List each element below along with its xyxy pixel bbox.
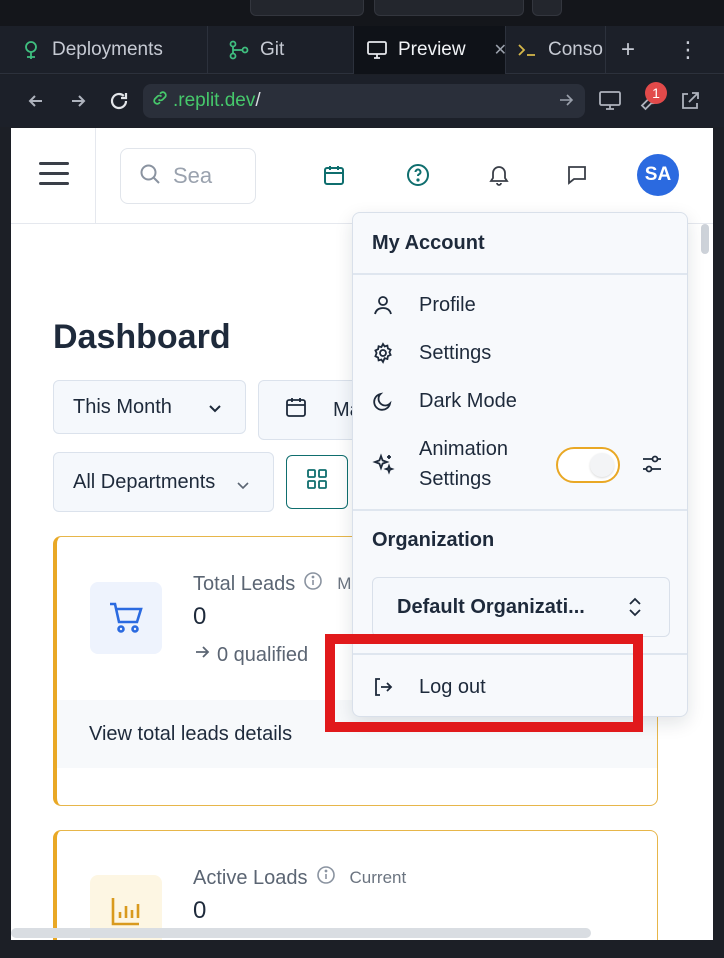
department-value: All Departments: [73, 470, 216, 493]
tab-label: Git: [260, 39, 285, 60]
close-icon[interactable]: ✕: [494, 40, 507, 60]
workspace-tab-bar: Deployments Git Preview ✕ Conso + ⋮: [0, 26, 724, 74]
card-label: Active Loads Current: [193, 865, 406, 891]
device-preview-icon[interactable]: [596, 87, 624, 115]
card-label-text: Total Leads: [193, 572, 296, 595]
menu-item-profile[interactable]: Profile: [369, 283, 673, 327]
active-loads-card: Active Loads Current 0: [53, 830, 658, 940]
url-field[interactable]: .replit.dev /: [143, 84, 585, 118]
arrow-right-icon: [193, 643, 211, 667]
horizontal-scrollbar[interactable]: [11, 928, 591, 938]
menu-item-dark-mode[interactable]: Dark Mode: [369, 379, 673, 423]
os-chip: [374, 0, 524, 16]
cart-icon: [90, 582, 162, 654]
menu-item-settings[interactable]: Settings: [369, 331, 673, 375]
vertical-scrollbar[interactable]: [701, 224, 709, 254]
card-subtext: 0 qualified: [193, 643, 308, 667]
tab-label: Preview: [398, 39, 466, 60]
back-arrow-icon[interactable]: [22, 87, 50, 115]
tab-label: Conso: [548, 39, 603, 60]
info-icon[interactable]: [303, 571, 323, 597]
url-path: /: [255, 90, 261, 111]
git-icon: [228, 39, 250, 61]
menu-divider: [353, 273, 687, 275]
animation-label-line1: Animation: [419, 438, 508, 460]
menu-divider: [353, 509, 687, 511]
tab-deployments[interactable]: Deployments: [0, 26, 208, 74]
screen: Deployments Git Preview ✕ Conso + ⋮ .rep…: [0, 0, 724, 958]
hamburger-menu-icon[interactable]: [39, 162, 69, 186]
open-external-icon[interactable]: [676, 87, 704, 115]
card-label: Total Leads M: [193, 571, 351, 597]
tab-label: Deployments: [52, 39, 163, 60]
tab-git[interactable]: Git: [208, 26, 354, 74]
url-host: .replit.dev: [173, 90, 256, 111]
my-account-heading: My Account: [372, 232, 485, 254]
header-divider: [95, 128, 96, 224]
period-value: This Month: [73, 395, 172, 418]
menu-item-label: Animation Settings: [419, 434, 508, 494]
go-arrow-icon[interactable]: [557, 91, 575, 115]
reload-icon[interactable]: [105, 87, 133, 115]
calendar-icon: [285, 396, 307, 424]
chevron-down-icon: [207, 399, 223, 422]
animation-toggle[interactable]: [556, 447, 620, 483]
help-circle-icon[interactable]: [405, 162, 431, 188]
card-value: 0: [193, 897, 207, 924]
card-tag: Current: [349, 868, 407, 887]
search-box[interactable]: [120, 148, 256, 204]
os-chip: [250, 0, 364, 16]
view-details-label: View total leads details: [89, 722, 293, 745]
annotation-highlight-box: [325, 634, 643, 732]
menu-item-label: Settings: [419, 341, 492, 364]
address-bar: .replit.dev /: [0, 75, 724, 127]
menu-item-label: Dark Mode: [419, 389, 517, 412]
os-chip: [532, 0, 562, 16]
monitor-icon: [366, 39, 388, 61]
bottom-strip: [0, 940, 724, 958]
bell-icon[interactable]: [486, 162, 512, 188]
card-label-text: Active Loads: [193, 866, 308, 889]
search-input[interactable]: [173, 163, 213, 189]
link-icon: [151, 89, 169, 113]
message-icon[interactable]: [564, 162, 590, 188]
sparkles-icon: [369, 450, 397, 478]
organization-value: Default Organizati...: [397, 595, 585, 618]
department-select[interactable]: All Departments: [53, 452, 274, 512]
more-vertical-icon[interactable]: ⋮: [670, 26, 706, 74]
organization-heading: Organization: [372, 529, 495, 551]
tab-preview[interactable]: Preview ✕: [354, 26, 507, 74]
gear-icon: [369, 339, 397, 367]
search-icon: [139, 163, 161, 190]
tab-console[interactable]: Conso: [506, 26, 606, 74]
app-header: SA: [11, 128, 713, 224]
terminal-icon: [516, 39, 538, 61]
notification-badge: 1: [645, 82, 667, 104]
menu-item-animation-settings[interactable]: Animation Settings: [369, 433, 673, 495]
toggle-knob: [590, 453, 614, 477]
menu-item-label: Profile: [419, 293, 476, 316]
chevron-up-down-icon: [627, 596, 643, 624]
card-tag: M: [337, 574, 352, 593]
card-subtext-value: 0 qualified: [217, 643, 309, 666]
sliders-icon[interactable]: [641, 453, 663, 480]
user-avatar[interactable]: SA: [637, 154, 679, 196]
chevron-down-icon: [235, 475, 251, 498]
user-icon: [369, 291, 397, 319]
page-title: Dashboard: [53, 318, 231, 356]
animation-label-line2: Settings: [419, 468, 492, 490]
forward-arrow-icon[interactable]: [64, 87, 92, 115]
grid-view-button[interactable]: [286, 455, 348, 509]
info-icon[interactable]: [316, 865, 336, 891]
calendar-icon[interactable]: [321, 162, 347, 188]
deployments-icon: [20, 39, 42, 61]
add-tab-icon[interactable]: +: [610, 26, 646, 74]
organization-select[interactable]: Default Organizati...: [372, 577, 670, 637]
period-select[interactable]: This Month: [53, 380, 246, 434]
card-value: 0: [193, 603, 207, 630]
grid-icon: [306, 468, 328, 496]
moon-icon: [369, 387, 397, 415]
os-top-strip: [0, 0, 724, 26]
